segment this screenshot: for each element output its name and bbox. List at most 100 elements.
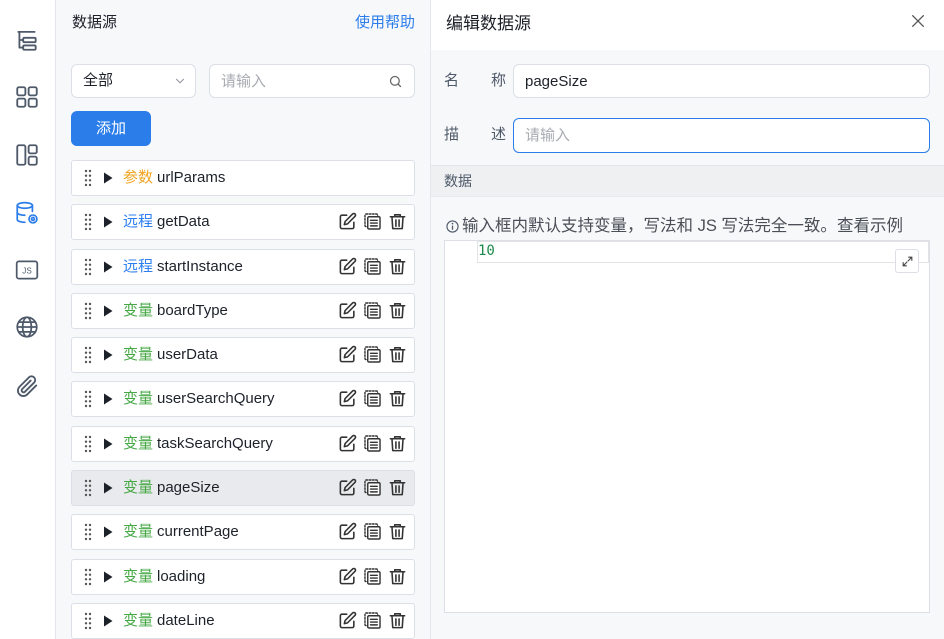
datasource-type-label: 变量 — [123, 523, 154, 541]
active-line-highlight — [477, 241, 929, 263]
datasource-tab[interactable] — [13, 199, 41, 227]
edit-icon[interactable] — [338, 301, 357, 320]
delete-icon[interactable] — [388, 522, 407, 541]
expand-triangle-icon[interactable] — [103, 571, 113, 583]
delete-icon[interactable] — [388, 478, 407, 497]
copy-icon[interactable] — [363, 478, 382, 497]
data-hint: 输入框内默认支持变量，写法和 JS 写法完全一致。 查看示例 — [446, 215, 936, 237]
delete-icon[interactable] — [388, 345, 407, 364]
datasource-name: urlParams — [157, 169, 226, 186]
datasource-item[interactable]: 变量 userSearchQuery — [71, 381, 415, 418]
datasource-type-label: 变量 — [123, 479, 154, 497]
expand-triangle-icon[interactable] — [103, 305, 113, 317]
drag-handle-icon[interactable] — [84, 169, 92, 187]
copy-icon[interactable] — [363, 212, 382, 231]
type-filter-value: 全部 — [83, 72, 114, 89]
datasource-type-label: 变量 — [123, 301, 154, 319]
item-actions — [338, 522, 407, 541]
datasource-item[interactable]: 远程 startInstance — [71, 248, 415, 285]
drag-handle-icon[interactable] — [84, 390, 92, 408]
name-field[interactable] — [513, 64, 930, 98]
attachment-tab[interactable] — [13, 372, 41, 400]
drag-handle-icon[interactable] — [84, 523, 92, 541]
expand-triangle-icon[interactable] — [103, 393, 113, 405]
expand-triangle-icon[interactable] — [103, 526, 113, 538]
expand-triangle-icon[interactable] — [103, 482, 113, 494]
copy-icon[interactable] — [363, 567, 382, 586]
delete-icon[interactable] — [388, 257, 407, 276]
drag-handle-icon[interactable] — [84, 213, 92, 231]
copy-icon[interactable] — [363, 522, 382, 541]
datasource-item[interactable]: 参数 urlParams — [71, 160, 415, 196]
help-link[interactable]: 使用帮助 — [355, 13, 415, 33]
delete-icon[interactable] — [388, 434, 407, 453]
datasource-item[interactable]: 变量 boardType — [71, 292, 415, 329]
drag-handle-icon[interactable] — [84, 479, 92, 497]
edit-datasource-panel: 编辑数据源 名称 描述 数据 输入框内默认支持变量，写法和 JS 写法完全一致。… — [431, 0, 944, 639]
datasource-type-label: 远程 — [123, 257, 154, 275]
fullscreen-button[interactable] — [895, 249, 919, 273]
drag-handle-icon[interactable] — [84, 435, 92, 453]
search-input[interactable] — [210, 65, 385, 97]
datasource-item[interactable]: 变量 currentPage — [71, 514, 415, 551]
edit-icon[interactable] — [338, 212, 357, 231]
datasource-name: userData — [157, 346, 218, 364]
delete-icon[interactable] — [388, 567, 407, 586]
copy-icon[interactable] — [363, 611, 382, 630]
expand-triangle-icon[interactable] — [103, 438, 113, 450]
add-button[interactable]: 添加 — [71, 111, 151, 146]
edit-icon[interactable] — [338, 522, 357, 541]
close-icon[interactable] — [910, 13, 926, 29]
datasource-item[interactable]: 变量 dateLine — [71, 602, 415, 639]
code-editor[interactable]: 10 — [444, 240, 930, 613]
item-actions — [338, 389, 407, 408]
layout-tab[interactable] — [13, 141, 41, 169]
search-icon[interactable] — [388, 74, 403, 89]
datasource-item[interactable]: 变量 userData — [71, 337, 415, 374]
delete-icon[interactable] — [388, 611, 407, 630]
type-filter-select[interactable]: 全部 — [71, 64, 196, 98]
expand-triangle-icon[interactable] — [103, 615, 113, 627]
outline-icon — [17, 30, 37, 51]
chevron-down-icon — [175, 78, 185, 84]
datasource-type-label: 变量 — [123, 611, 154, 629]
edit-icon[interactable] — [338, 257, 357, 276]
drag-handle-icon[interactable] — [84, 258, 92, 276]
globe-tab[interactable] — [13, 313, 41, 341]
drag-handle-icon[interactable] — [84, 612, 92, 630]
copy-icon[interactable] — [363, 434, 382, 453]
item-actions — [338, 567, 407, 586]
drag-handle-icon[interactable] — [84, 568, 92, 586]
edit-icon[interactable] — [338, 567, 357, 586]
delete-icon[interactable] — [388, 212, 407, 231]
outline-tab[interactable] — [13, 26, 41, 54]
expand-triangle-icon[interactable] — [103, 349, 113, 361]
delete-icon[interactable] — [388, 301, 407, 320]
code-line[interactable]: 10 — [478, 241, 495, 262]
datasource-item[interactable]: 变量 pageSize — [71, 470, 415, 507]
drag-handle-icon[interactable] — [84, 346, 92, 364]
expand-triangle-icon[interactable] — [103, 172, 113, 184]
attachment-icon — [17, 375, 38, 397]
copy-icon[interactable] — [363, 257, 382, 276]
edit-icon[interactable] — [338, 611, 357, 630]
view-example-link[interactable]: 查看示例 — [837, 215, 903, 237]
datasource-item[interactable]: 远程 getData — [71, 204, 415, 241]
copy-icon[interactable] — [363, 301, 382, 320]
drag-handle-icon[interactable] — [84, 302, 92, 320]
delete-icon[interactable] — [388, 389, 407, 408]
edit-icon[interactable] — [338, 478, 357, 497]
datasource-item[interactable]: 变量 loading — [71, 558, 415, 595]
datasource-name: startInstance — [157, 257, 243, 275]
js-tab[interactable]: JS — [13, 256, 41, 284]
copy-icon[interactable] — [363, 389, 382, 408]
expand-triangle-icon[interactable] — [103, 216, 113, 228]
datasource-item[interactable]: 变量 taskSearchQuery — [71, 425, 415, 462]
expand-triangle-icon[interactable] — [103, 261, 113, 273]
edit-icon[interactable] — [338, 345, 357, 364]
edit-icon[interactable] — [338, 389, 357, 408]
components-tab[interactable] — [13, 83, 41, 111]
description-field[interactable] — [513, 118, 930, 153]
edit-icon[interactable] — [338, 434, 357, 453]
copy-icon[interactable] — [363, 345, 382, 364]
